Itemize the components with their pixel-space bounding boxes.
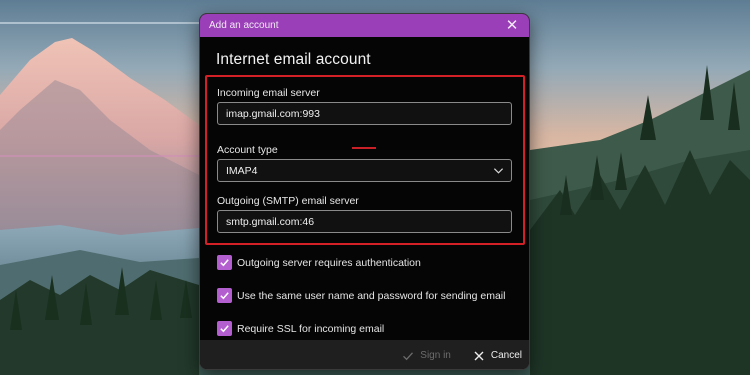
account-type-label: Account type xyxy=(217,144,278,156)
checkbox-label: Require SSL for incoming email xyxy=(237,322,385,335)
outgoing-server-input[interactable]: smtp.gmail.com:46 xyxy=(217,210,512,233)
checkbox-outgoing-auth[interactable]: Outgoing server requires authentication xyxy=(217,255,421,270)
chevron-down-icon xyxy=(493,168,504,174)
checkbox-same-credentials[interactable]: Use the same user name and password for … xyxy=(217,288,505,303)
incoming-server-input[interactable]: imap.gmail.com:993 xyxy=(217,102,512,125)
checkbox-label: Outgoing server requires authentication xyxy=(237,256,421,269)
dialog-titlebar: Add an account ✕ xyxy=(200,14,529,37)
red-annotation-stroke xyxy=(352,147,376,149)
account-type-value: IMAP4 xyxy=(226,165,258,177)
checkbox-require-ssl[interactable]: Require SSL for incoming email xyxy=(217,321,384,336)
cancel-label: Cancel xyxy=(490,350,522,361)
dialog-footer: Sign in Cancel xyxy=(200,340,529,369)
page-title: Internet email account xyxy=(216,51,371,68)
checkmark-icon xyxy=(220,259,229,267)
account-type-dropdown[interactable]: IMAP4 xyxy=(217,159,512,182)
outgoing-server-value: smtp.gmail.com:46 xyxy=(226,216,315,228)
add-account-dialog: Add an account ✕ Internet email account … xyxy=(199,13,530,370)
incoming-server-value: imap.gmail.com:993 xyxy=(226,108,320,120)
checkbox-checked[interactable] xyxy=(217,255,232,270)
checkbox-label: Use the same user name and password for … xyxy=(237,289,506,302)
close-icon[interactable]: ✕ xyxy=(504,18,520,33)
checkmark-icon xyxy=(403,351,414,360)
incoming-server-label: Incoming email server xyxy=(217,87,320,99)
checkbox-checked[interactable] xyxy=(217,321,232,336)
sign-in-button[interactable]: Sign in xyxy=(402,350,451,362)
outgoing-server-label: Outgoing (SMTP) email server xyxy=(217,195,359,207)
checkmark-icon xyxy=(220,292,229,300)
cancel-button[interactable]: Cancel xyxy=(473,350,522,362)
sign-in-label: Sign in xyxy=(420,350,451,361)
checkmark-icon xyxy=(220,325,229,333)
x-icon xyxy=(474,351,484,360)
checkbox-checked[interactable] xyxy=(217,288,232,303)
dialog-window-title: Add an account xyxy=(209,20,279,31)
